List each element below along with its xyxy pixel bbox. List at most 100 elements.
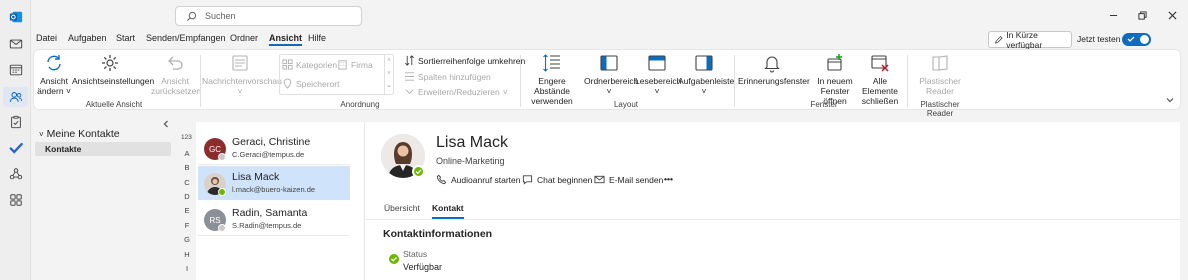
more-actions-icon[interactable]: ••• <box>664 174 673 184</box>
reminders-window-button[interactable]: Erinnerungsfenster <box>738 53 810 86</box>
ribbon-divider <box>200 55 201 107</box>
reading-pane-button[interactable]: Lesebereich ˅ <box>635 53 681 96</box>
chevron-down-icon: ˅ <box>606 86 612 96</box>
folder-item-contacts[interactable]: Kontakte <box>35 142 171 156</box>
folder-pane-label: Ordnerbereich <box>584 76 639 86</box>
group-layout-label: Layout <box>613 100 639 109</box>
chevron-down-icon: ˅ <box>701 86 707 96</box>
people-icon[interactable] <box>8 89 23 104</box>
alpha-f[interactable]: F <box>176 221 198 230</box>
tighter-spacing-label-2: verwenden <box>531 96 573 106</box>
bell-icon <box>764 56 780 73</box>
message-preview-button[interactable]: Nachrichtenvorschau ˅ <box>202 53 282 96</box>
todo-icon[interactable] <box>8 140 23 155</box>
coming-soon-button[interactable]: In Kürze verfügbar <box>988 30 1072 50</box>
tab-ansicht[interactable]: Ansicht <box>269 33 303 46</box>
tab-hilfe[interactable]: Hilfe <box>308 33 326 43</box>
categories-icon <box>282 59 293 70</box>
contact-email: l.mack@buero-kaizen.de <box>232 185 316 194</box>
view-settings-button[interactable]: Ansichtseinstellungen <box>72 53 154 86</box>
search-icon <box>186 11 197 21</box>
expand-collapse-icon <box>405 89 414 94</box>
close-all-label-1: Alle Elemente <box>862 76 898 96</box>
tasks-icon[interactable] <box>8 114 23 129</box>
restore-icon[interactable] <box>1135 8 1149 22</box>
reading-pane-icon <box>648 55 666 71</box>
reverse-sort-button[interactable]: Sortierreihenfolge umkehren <box>404 55 525 66</box>
sort-arrows-icon <box>405 55 414 66</box>
expand-collapse-button[interactable]: Erweitern/Reduzieren ˅ <box>404 86 508 97</box>
company-icon <box>338 60 347 70</box>
gear-icon <box>102 55 118 71</box>
contact-detail-role: Online-Marketing <box>436 156 505 166</box>
status-value: Verfügbar <box>403 262 443 272</box>
chevron-down-icon: ˅ <box>65 86 71 96</box>
location-option[interactable]: Speicherort <box>282 78 339 89</box>
company-option[interactable]: Firma <box>337 59 373 70</box>
my-contacts-header[interactable]: ˅ Meine Kontakte <box>39 128 120 140</box>
tab-contact[interactable]: Kontakt <box>432 203 464 219</box>
todo-bar-icon <box>695 55 713 71</box>
tab-senden-empfangen[interactable]: Senden/Empfangen <box>146 33 226 43</box>
tighter-spacing-label-1: Engere Abstände <box>534 76 570 96</box>
start-chat-button[interactable]: Chat beginnen <box>522 174 592 185</box>
chevron-down-icon: ˅ <box>237 86 243 96</box>
presence-available-icon <box>218 188 226 196</box>
ribbon-divider <box>734 55 735 107</box>
close-all-icon <box>871 55 889 72</box>
presence-offline-icon <box>218 224 226 232</box>
reverse-sort-label: Sortierreihenfolge umkehren <box>418 55 526 66</box>
apps-icon[interactable] <box>8 192 23 207</box>
tab-aufgaben[interactable]: Aufgaben <box>68 33 107 43</box>
undo-icon <box>168 56 183 70</box>
avatar-initials: RS <box>209 215 221 225</box>
tab-start[interactable]: Start <box>116 33 135 43</box>
alpha-d[interactable]: D <box>176 192 198 201</box>
contact-item[interactable]: RS Radin, Samanta S.Radin@tempus.de <box>198 202 350 236</box>
alpha-g[interactable]: G <box>176 235 198 244</box>
folder-pane-button[interactable]: Ordnerbereich ˅ <box>584 53 639 96</box>
alpha-b[interactable]: B <box>176 163 198 172</box>
tighter-spacing-button[interactable]: Engere Abstände verwenden <box>523 53 581 106</box>
search-box[interactable]: Suchen <box>175 6 362 26</box>
alpha-i[interactable]: I <box>176 264 198 273</box>
close-all-button[interactable]: Alle Elemente schließen <box>854 53 906 106</box>
try-new-toggle[interactable] <box>1122 33 1151 46</box>
groups-icon[interactable] <box>8 166 23 181</box>
alpha-e[interactable]: E <box>176 206 198 215</box>
chevron-left-icon[interactable] <box>162 120 170 128</box>
folder-pane: ˅ Meine Kontakte Kontakte <box>31 112 174 280</box>
ribbon-collapse-chevron-icon[interactable] <box>1166 96 1174 104</box>
alpha-h[interactable]: H <box>176 250 198 259</box>
add-columns-button[interactable]: Spalten hinzufügen <box>404 71 491 82</box>
tab-overview[interactable]: Übersicht <box>384 203 420 213</box>
close-icon[interactable] <box>1165 8 1179 22</box>
send-email-button[interactable]: E-Mail senden <box>594 174 663 185</box>
categories-option[interactable]: Kategorien <box>282 59 337 70</box>
minimize-icon[interactable] <box>1106 8 1120 22</box>
calendar-icon[interactable] <box>8 62 23 77</box>
alpha-a[interactable]: A <box>176 149 198 158</box>
folder-pane-icon <box>600 55 618 71</box>
tab-datei[interactable]: Datei <box>36 33 57 43</box>
change-view-button[interactable]: Ansicht ändern ˅ <box>37 53 71 96</box>
start-chat-label: Chat beginnen <box>537 174 593 185</box>
contact-item[interactable]: GC Geraci, Christine C.Geraci@tempus.de <box>198 131 350 165</box>
alpha-c[interactable]: C <box>176 178 198 187</box>
group-current-view-label: Aktuelle Ansicht <box>85 100 143 109</box>
contact-email: C.Geraci@tempus.de <box>232 150 305 159</box>
immersive-reader-button[interactable]: Plastischer Reader <box>912 53 968 96</box>
reset-view-button[interactable]: Ansicht zurücksetzen <box>151 53 201 96</box>
start-audio-call-button[interactable]: Audioanruf starten <box>436 174 520 185</box>
app-rail <box>0 0 31 280</box>
contact-item-selected[interactable]: Lisa Mack l.mack@buero-kaizen.de <box>198 166 350 200</box>
outlook-logo-icon <box>8 9 23 24</box>
right-scroll-area <box>1180 112 1188 280</box>
ribbon-divider <box>520 55 521 107</box>
tab-ordner[interactable]: Ordner <box>230 33 258 43</box>
mail-icon[interactable] <box>8 36 23 51</box>
change-view-icon <box>47 55 61 71</box>
gallery-scroll-icon[interactable]: ˄ ˅ ⩡ <box>384 55 393 94</box>
arrangement-gallery: Kategorien Firma Speicherort ˄ ˅ ⩡ <box>279 54 394 95</box>
todo-bar-button[interactable]: Aufgabenleiste ˅ <box>678 53 734 96</box>
